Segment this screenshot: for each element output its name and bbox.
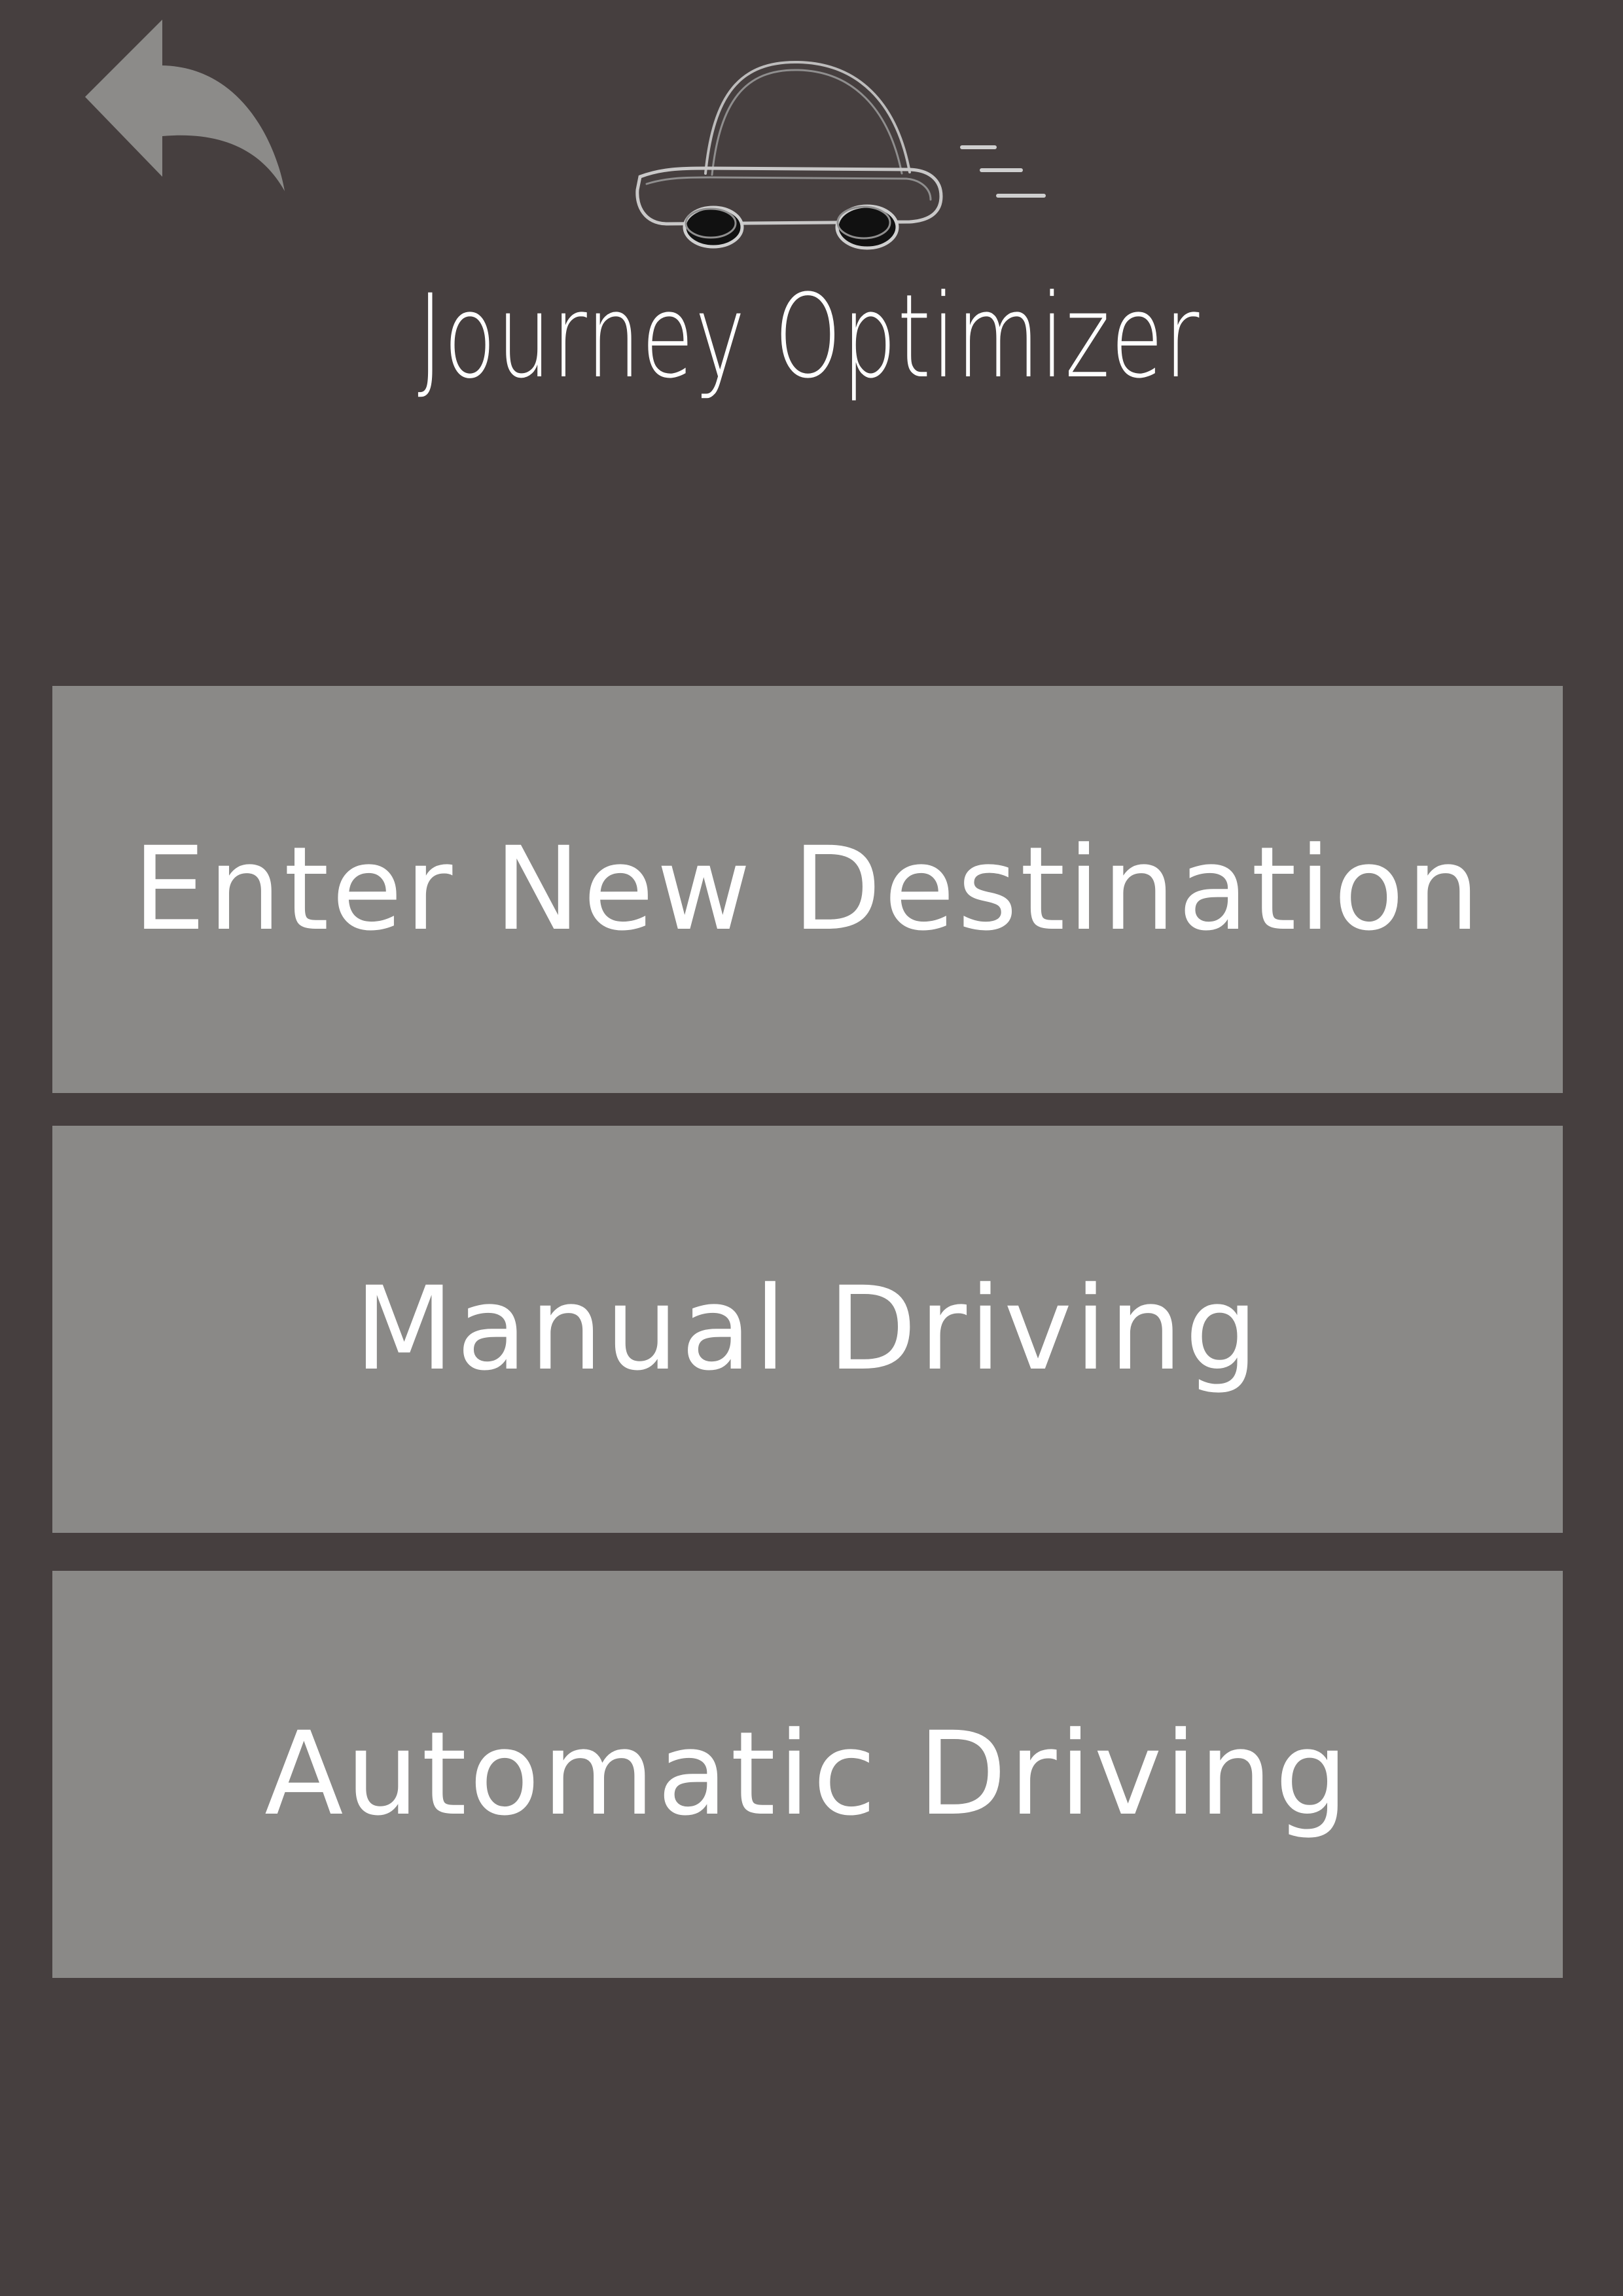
enter-new-destination-button[interactable]: Enter New Destination <box>52 686 1563 1093</box>
car-logo <box>628 56 1047 259</box>
back-button[interactable] <box>85 20 294 196</box>
app-title: Journey Optimizer <box>418 270 1200 404</box>
manual-driving-label: Manual Driving <box>354 1262 1261 1396</box>
enter-new-destination-label: Enter New Destination <box>132 822 1483 956</box>
manual-driving-button[interactable]: Manual Driving <box>52 1126 1563 1533</box>
automatic-driving-label: Automatic Driving <box>264 1707 1351 1841</box>
back-arrow-icon <box>85 20 294 196</box>
car-logo-icon <box>628 56 1047 259</box>
automatic-driving-button[interactable]: Automatic Driving <box>52 1571 1563 1978</box>
